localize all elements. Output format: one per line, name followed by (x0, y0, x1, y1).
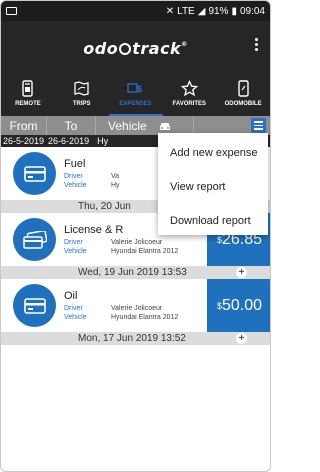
expense-amount: $50.00 (207, 279, 270, 332)
map-icon (74, 81, 89, 96)
add-icon[interactable]: + (236, 333, 247, 344)
status-indicators: ✕ LTE ◢ 91% ▮ 09:04 (166, 6, 265, 17)
driver-name: Valerie Jolicoeur (111, 239, 163, 246)
driver-name: Valerie Jolicoeur (111, 305, 163, 312)
status-bar: ✕ LTE ◢ 91% ▮ 09:04 (1, 1, 270, 21)
vehicle-label: Vehicle (64, 182, 87, 189)
main-tabs: REMOTE TRIPS $ EXPENSES FAVORITES ODOMOB… (1, 75, 270, 116)
menu-item-view-report[interactable]: View report (170, 181, 225, 193)
vehicle-label: Vehicle (64, 248, 87, 255)
vehicle-name: Hy (111, 182, 120, 189)
tab-trips[interactable]: TRIPS (55, 75, 109, 116)
expense-title: Fuel (64, 158, 86, 170)
to-filter[interactable]: To (47, 116, 96, 135)
signal-icon: ◢ (197, 5, 206, 17)
expense-title: Oil (64, 290, 78, 302)
app-logo: odo track® (83, 38, 188, 58)
tab-expenses[interactable]: $ EXPENSES (109, 75, 163, 116)
menu-button[interactable] (251, 118, 266, 133)
to-date: 26-6-2019 (48, 136, 90, 146)
from-date: 26-5-2019 (3, 136, 45, 146)
overflow-menu-icon[interactable] (255, 38, 259, 51)
gallery-icon (6, 7, 17, 15)
vehicle-value: Hy (97, 136, 109, 146)
tab-remote[interactable]: REMOTE (1, 75, 55, 116)
svg-text:$: $ (137, 84, 142, 94)
menu-item-download-report[interactable]: Download report (170, 215, 251, 227)
star-icon (180, 80, 198, 97)
steering-wheel-icon (119, 42, 132, 55)
driver-label: Driver (64, 305, 83, 312)
credit-card-icon (13, 152, 56, 195)
network-type: LTE (177, 5, 195, 17)
clock: 09:04 (239, 5, 265, 17)
from-filter[interactable]: From (1, 116, 47, 135)
menu-item-add-expense[interactable]: Add new expense (170, 147, 257, 159)
tab-odomobile[interactable]: ODOMOBILE (216, 75, 270, 116)
car-icon (159, 122, 170, 130)
mute-icon: ✕ (165, 5, 175, 17)
app-window: ✕ LTE ◢ 91% ▮ 09:04 odo track® REMOTE TRI… (0, 0, 271, 472)
driver-label: Driver (64, 173, 83, 180)
credit-card-icon (13, 284, 56, 327)
vehicle-name: Hyundai Elantra 2012 (111, 314, 179, 321)
expense-card[interactable]: Oil Driver Valerie Jolicoeur Vehicle Hyu… (1, 279, 270, 332)
battery-icon: ▮ (231, 5, 237, 17)
add-icon[interactable]: + (236, 267, 247, 278)
vehicle-name: Hyundai Elantra 2012 (111, 248, 179, 255)
date-separator: Mon, 17 Jun 2019 13:52 + (1, 332, 270, 345)
expenses-icon: $ (127, 83, 142, 94)
driver-name: Va (111, 173, 120, 180)
expense-title: License & R (64, 224, 124, 236)
driver-label: Driver (64, 239, 83, 246)
vehicle-label: Vehicle (64, 314, 87, 321)
expense-options-menu: Add new expense View report Download rep… (158, 133, 268, 235)
phone-icon (237, 80, 249, 97)
app-bar: odo track® (1, 21, 270, 75)
cards-icon (13, 218, 56, 261)
battery-percent: 91% (208, 5, 229, 17)
date-separator: Wed, 19 Jun 2019 13:53 + (1, 266, 270, 279)
tab-favorites[interactable]: FAVORITES (162, 75, 216, 116)
remote-icon (22, 80, 34, 97)
